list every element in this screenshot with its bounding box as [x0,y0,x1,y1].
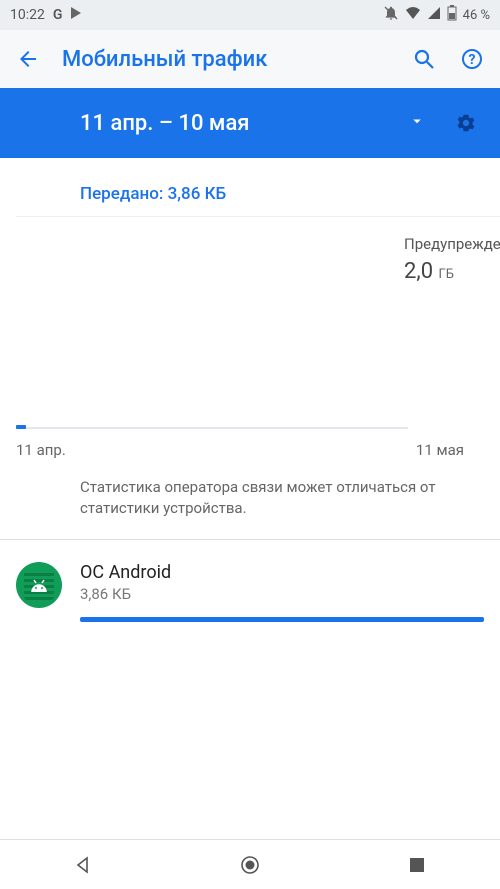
dnd-icon [383,5,399,25]
period-selector[interactable]: 11 апр. – 10 мая [0,88,500,158]
status-time: 10:22 [10,7,45,23]
usage-chart: Предупреждение 2,0 ГБ [16,217,484,447]
battery-icon [447,5,457,25]
play-icon [70,6,82,24]
back-button[interactable] [14,45,42,73]
nav-bar [0,839,500,889]
signal-icon [427,6,441,24]
app-info: ОС Android 3,86 КБ [80,562,484,622]
status-bar: 10:22 G 46 % [0,0,500,30]
nav-recent-button[interactable] [397,845,437,885]
period-label: 11 апр. – 10 мая [80,111,250,136]
app-usage-row[interactable]: ОС Android 3,86 КБ [0,540,500,632]
transferred-label: Передано: 3,86 КБ [0,158,500,216]
status-right: 46 % [383,5,490,25]
google-icon: G [53,7,63,23]
app-bar: Мобильный трафик ? [0,30,500,88]
chart-data-point [16,425,26,429]
help-button[interactable]: ? [458,45,486,73]
battery-percent: 46 % [463,8,490,23]
app-usage-value: 3,86 КБ [80,585,484,603]
android-icon [16,562,62,608]
wifi-icon [405,6,421,24]
app-usage-bar [80,617,484,622]
nav-back-button[interactable] [63,845,103,885]
nav-home-button[interactable] [230,845,270,885]
warning-label: Предупреждение [404,235,484,254]
status-left: 10:22 G [10,6,82,24]
carrier-note: Статистика оператора связи может отличат… [0,459,500,539]
app-name: ОС Android [80,562,484,583]
search-button[interactable] [410,45,438,73]
warning-threshold: Предупреждение 2,0 ГБ [404,235,484,285]
svg-text:?: ? [469,52,476,68]
chart-baseline [16,427,408,429]
settings-button[interactable] [452,109,480,137]
content: Передано: 3,86 КБ Предупреждение 2,0 ГБ … [0,158,500,632]
page-title: Мобильный трафик [62,47,267,72]
chevron-down-icon [408,112,426,134]
warning-value: 2,0 ГБ [404,258,484,286]
